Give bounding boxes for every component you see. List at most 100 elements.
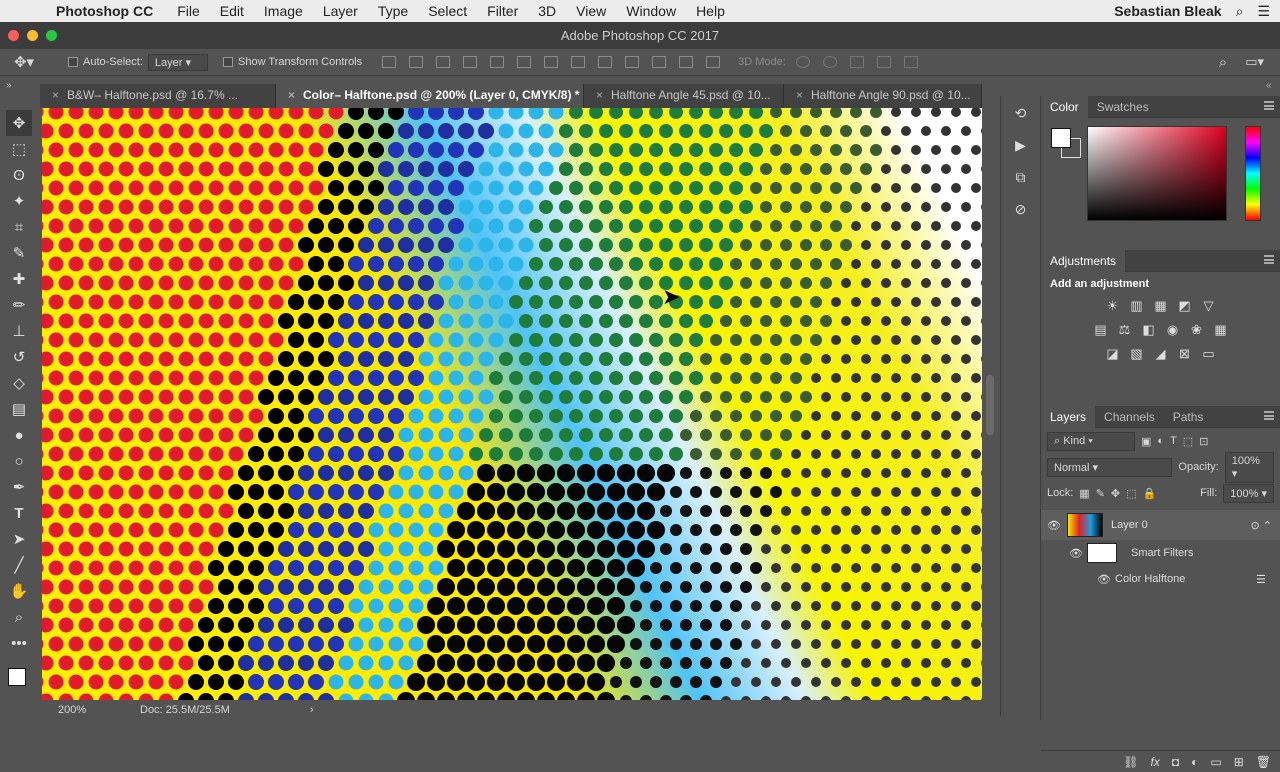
- align-bottom-icon[interactable]: [436, 56, 451, 68]
- menu-edit[interactable]: Edit: [210, 3, 254, 19]
- menu-3d[interactable]: 3D: [528, 3, 566, 19]
- hand-tool-icon[interactable]: ✋: [6, 578, 32, 604]
- color-panel-fg-swatch[interactable]: [1051, 128, 1071, 148]
- 3d-slide-icon[interactable]: [876, 56, 891, 68]
- exposure-icon[interactable]: ◩: [1177, 298, 1193, 314]
- distribute-top-icon[interactable]: [544, 56, 559, 68]
- align-vcenter-icon[interactable]: [409, 56, 424, 68]
- visibility-eye-icon[interactable]: 👁: [1041, 547, 1087, 560]
- healing-brush-icon[interactable]: ✚: [6, 266, 32, 292]
- hue-slider[interactable]: [1245, 126, 1261, 221]
- distribute-vcenter-icon[interactable]: [571, 56, 586, 68]
- auto-select-dropdown[interactable]: Layer ▾: [147, 53, 209, 71]
- search-icon[interactable]: ⌕: [1219, 54, 1227, 71]
- 3d-orbit-icon[interactable]: [795, 56, 810, 68]
- photo-filter-icon[interactable]: ◉: [1165, 322, 1181, 338]
- lock-image-icon[interactable]: ✎: [1096, 487, 1105, 500]
- spotlight-search-icon[interactable]: ⌕: [1236, 3, 1244, 20]
- line-tool-icon[interactable]: ╱: [6, 552, 32, 578]
- filter-name[interactable]: Color Halftone: [1115, 573, 1185, 585]
- lock-artboard-icon[interactable]: ⬚: [1126, 487, 1136, 500]
- auto-select-checkbox[interactable]: [68, 57, 78, 67]
- show-transform-checkbox[interactable]: [223, 57, 234, 67]
- fg-bg-color-swatches[interactable]: [4, 660, 34, 700]
- gradient-tool-icon[interactable]: ▤: [6, 396, 32, 422]
- close-tab-icon[interactable]: ×: [596, 88, 603, 102]
- filter-shape-icon[interactable]: ⬚: [1183, 435, 1193, 448]
- tab-halftone-angle-45[interactable]: × Halftone Angle 45.psd @ 10...: [584, 84, 784, 108]
- close-tab-icon[interactable]: ×: [52, 88, 59, 102]
- filter-adjustment-icon[interactable]: ◐: [1157, 435, 1164, 447]
- color-spectrum[interactable]: [1087, 126, 1227, 221]
- lock-position-icon[interactable]: ✥: [1111, 487, 1120, 500]
- filter-type-icon[interactable]: T: [1170, 435, 1177, 447]
- align-left-icon[interactable]: [463, 56, 478, 68]
- tab-adjustments[interactable]: Adjustments: [1041, 249, 1126, 272]
- menu-type[interactable]: Type: [368, 3, 418, 19]
- tab-halftone-angle-90[interactable]: × Halftone Angle 90.psd @ 10...: [784, 84, 982, 108]
- opacity-field[interactable]: 100% ▾: [1224, 451, 1274, 483]
- brightness-contrast-icon[interactable]: ☀: [1105, 298, 1121, 314]
- auto-align-icon[interactable]: [706, 56, 721, 68]
- visibility-eye-icon[interactable]: 👁: [1041, 573, 1115, 586]
- pen-tool-icon[interactable]: ✒: [6, 474, 32, 500]
- panel-menu-icon[interactable]: [1264, 101, 1274, 110]
- foreground-color-swatch[interactable]: [8, 668, 26, 686]
- fill-field[interactable]: 100% ▾: [1223, 483, 1274, 503]
- zoom-level[interactable]: 200%: [40, 704, 100, 716]
- clone-stamp-icon[interactable]: ⊥: [6, 318, 32, 344]
- visibility-eye-icon[interactable]: 👁: [1041, 519, 1067, 532]
- filter-smart-object-icon[interactable]: ⊡: [1199, 435, 1208, 448]
- smart-filters-label[interactable]: Smart Filters: [1131, 547, 1193, 559]
- new-group-icon[interactable]: ▭: [1210, 755, 1221, 769]
- blend-mode-dropdown[interactable]: Normal ▾: [1047, 457, 1173, 477]
- gradient-map-icon[interactable]: ▭: [1201, 346, 1217, 362]
- canvas-scrollbar[interactable]: [986, 375, 994, 435]
- panel-menu-icon[interactable]: [1264, 411, 1274, 420]
- distribute-left-icon[interactable]: [625, 56, 640, 68]
- levels-icon[interactable]: ▥: [1129, 298, 1145, 314]
- layer-style-fx-icon[interactable]: fx: [1151, 755, 1160, 769]
- move-tool-preset-icon[interactable]: ✥▾: [0, 53, 48, 71]
- blur-tool-icon[interactable]: ●: [6, 422, 32, 448]
- brush-tool-icon[interactable]: ✏: [6, 292, 32, 318]
- color-lookup-icon[interactable]: ▦: [1213, 322, 1229, 338]
- app-name[interactable]: Photoshop CC: [56, 3, 167, 19]
- 3d-pan-icon[interactable]: [849, 56, 864, 68]
- 3d-scale-icon[interactable]: [903, 56, 918, 68]
- layer-row-layer-0[interactable]: 👁 Layer 0 ⊙ ⌃: [1041, 510, 1280, 540]
- move-tool-icon[interactable]: ✥: [6, 110, 32, 136]
- add-mask-icon[interactable]: ◘: [1172, 755, 1179, 769]
- layer-row-smart-filters[interactable]: 👁 Smart Filters: [1041, 540, 1280, 566]
- tab-bw-halftone[interactable]: × B&W– Halftone.psd @ 16.7% ...: [40, 84, 276, 108]
- tab-color-halftone[interactable]: × Color– Halftone.psd @ 200% (Layer 0, CM…: [276, 84, 584, 108]
- menu-filter[interactable]: Filter: [477, 3, 528, 19]
- lasso-tool-icon[interactable]: ʘ: [6, 162, 32, 188]
- crop-tool-icon[interactable]: ⌗: [6, 214, 32, 240]
- panel-menu-icon[interactable]: [1264, 255, 1274, 264]
- menu-help[interactable]: Help: [686, 3, 735, 19]
- align-hcenter-icon[interactable]: [490, 56, 505, 68]
- menu-image[interactable]: Image: [254, 3, 313, 19]
- marquee-tool-icon[interactable]: ⬚: [6, 136, 32, 162]
- channel-mixer-icon[interactable]: ❀: [1189, 322, 1205, 338]
- menu-layer[interactable]: Layer: [313, 3, 368, 19]
- color-balance-icon[interactable]: ⚖: [1117, 322, 1133, 338]
- eyedropper-icon[interactable]: ✎: [6, 240, 32, 266]
- layer-name[interactable]: Layer 0: [1111, 519, 1148, 531]
- vibrance-icon[interactable]: ▽: [1201, 298, 1217, 314]
- threshold-icon[interactable]: ◢: [1153, 346, 1169, 362]
- toolbar-collapse-icon[interactable]: »: [6, 80, 12, 91]
- user-name[interactable]: Sebastian Bleak: [1114, 3, 1221, 19]
- distribute-hcenter-icon[interactable]: [652, 56, 667, 68]
- type-tool-icon[interactable]: T: [6, 500, 32, 526]
- layer-filter-kind[interactable]: ⌕ Kind ▾: [1047, 431, 1135, 451]
- new-layer-icon[interactable]: ⊞: [1234, 755, 1244, 769]
- magic-wand-icon[interactable]: ✦: [6, 188, 32, 214]
- tab-paths[interactable]: Paths: [1164, 410, 1213, 424]
- align-right-icon[interactable]: [517, 56, 532, 68]
- zoom-window-button[interactable]: [46, 30, 57, 41]
- close-tab-icon[interactable]: ×: [796, 88, 803, 102]
- panels-collapse-icon[interactable]: «: [1266, 80, 1272, 91]
- menu-view[interactable]: View: [566, 3, 616, 19]
